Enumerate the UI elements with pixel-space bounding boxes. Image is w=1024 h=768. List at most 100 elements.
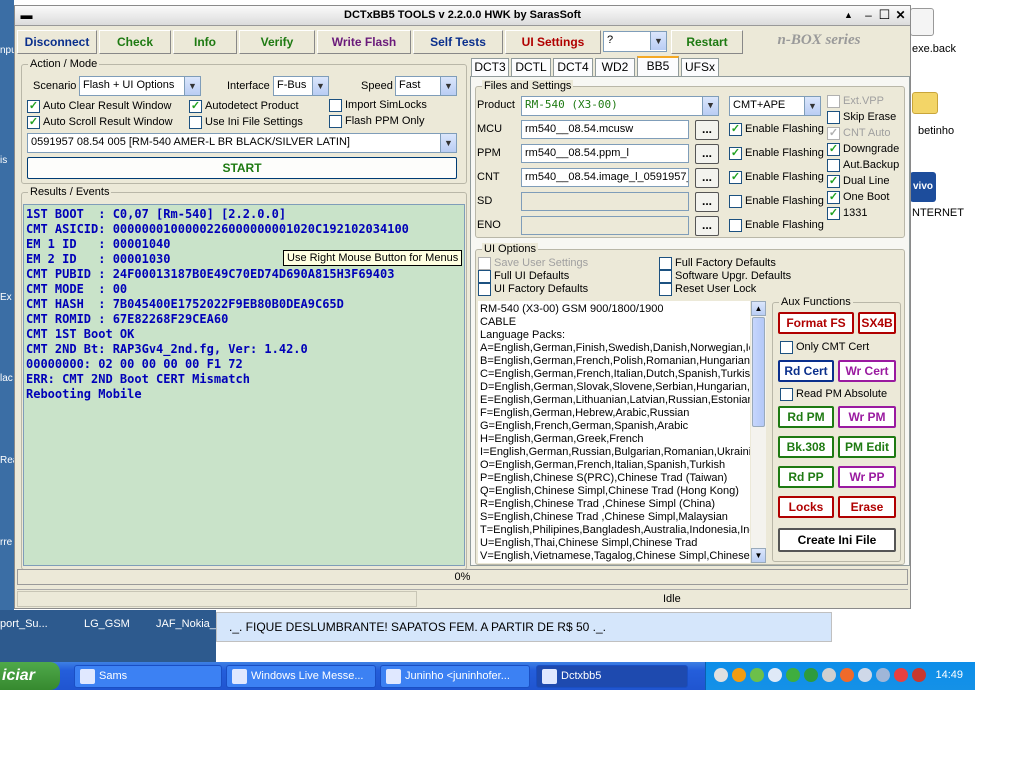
- full-ui-defaults-checkbox[interactable]: Full UI Defaults: [478, 270, 569, 283]
- tray-alert-icon[interactable]: [894, 668, 908, 682]
- mcu-enable-flashing-checkbox[interactable]: ✓ Enable Flashing: [729, 123, 824, 136]
- product-info-list[interactable]: RM-540 (X3-00) GSM 900/1800/1900 CABLE L…: [478, 301, 750, 563]
- sd-browse-button[interactable]: ...: [695, 192, 719, 212]
- wr-pm-button[interactable]: Wr PM: [838, 406, 896, 428]
- dual-line-checkbox[interactable]: ✓ Dual Line: [827, 175, 889, 188]
- scroll-up-arrow-icon[interactable]: ▲: [751, 301, 766, 316]
- save-user-settings-checkbox[interactable]: Save User Settings: [478, 257, 588, 270]
- mcu-browse-button[interactable]: ...: [695, 120, 719, 140]
- tray-volume-icon[interactable]: [858, 668, 872, 682]
- reset-user-lock-checkbox[interactable]: Reset User Lock: [659, 283, 756, 296]
- help-select[interactable]: ? ▼: [603, 31, 667, 52]
- skip-erase-checkbox[interactable]: Skip Erase: [827, 111, 896, 124]
- scroll-thumb[interactable]: [752, 317, 765, 427]
- tray-network-icon[interactable]: [714, 668, 728, 682]
- taskbar-item-messenger[interactable]: Windows Live Messe...: [226, 665, 376, 688]
- mcu-field[interactable]: rm540__08.54.mcusw: [521, 120, 689, 139]
- tray-security-icon[interactable]: [912, 668, 926, 682]
- ext-vpp-checkbox[interactable]: Ext.VPP: [827, 95, 884, 108]
- eno-field[interactable]: [521, 216, 689, 235]
- use-ini-checkbox[interactable]: Use Ini File Settings: [189, 116, 303, 129]
- full-factory-defaults-checkbox[interactable]: Full Factory Defaults: [659, 257, 776, 270]
- disconnect-button[interactable]: Disconnect: [17, 30, 97, 54]
- start-button-taskbar[interactable]: iciar: [0, 662, 60, 690]
- autodetect-checkbox[interactable]: ✓ Autodetect Product: [189, 100, 299, 113]
- desktop-icon-exe-back[interactable]: exe.back: [912, 43, 957, 55]
- ad-banner[interactable]: ._. FIQUE DESLUMBRANTE! SAPATOS FEM. A P…: [216, 612, 832, 642]
- check-button[interactable]: Check: [99, 30, 171, 54]
- restart-button[interactable]: Restart: [671, 30, 743, 54]
- clock[interactable]: 14:49: [935, 669, 963, 681]
- taskbar-item-juninho[interactable]: Juninho <juninhofer...: [380, 665, 530, 688]
- exe-file-icon[interactable]: [910, 8, 934, 36]
- n1331-checkbox[interactable]: ✓ 1331: [827, 207, 867, 220]
- tab-dct4[interactable]: DCT4: [553, 58, 593, 76]
- sd-field[interactable]: [521, 192, 689, 211]
- aut-backup-checkbox[interactable]: Aut.Backup: [827, 159, 899, 172]
- wr-cert-button[interactable]: Wr Cert: [838, 360, 896, 382]
- desktop-left-label[interactable]: lac: [0, 373, 13, 384]
- info-button[interactable]: Info: [173, 30, 237, 54]
- eno-browse-button[interactable]: ...: [695, 216, 719, 236]
- tab-bb5[interactable]: BB5: [637, 56, 679, 77]
- title-bar[interactable]: ▬ DCTxBB5 TOOLS v 2.2.0.0 HWK by SarasSo…: [15, 6, 910, 26]
- self-tests-button[interactable]: Self Tests: [413, 30, 503, 54]
- interface-select[interactable]: F-Bus ▼: [273, 76, 329, 96]
- desktop-left-label[interactable]: Ex: [0, 292, 12, 303]
- erase-button[interactable]: Erase: [838, 496, 896, 518]
- product-code-select[interactable]: 0591957 08.54 005 [RM-540 AMER-L BR BLAC…: [27, 133, 457, 153]
- downgrade-checkbox[interactable]: ✓ Downgrade: [827, 143, 899, 156]
- tray-bluetooth-icon[interactable]: [768, 668, 782, 682]
- tab-ufsx[interactable]: UFSx: [681, 58, 719, 76]
- tray-app-icon[interactable]: [840, 668, 854, 682]
- rd-pp-button[interactable]: Rd PP: [778, 466, 834, 488]
- locks-button[interactable]: Locks: [778, 496, 834, 518]
- import-simlocks-checkbox[interactable]: Import SimLocks: [329, 99, 427, 112]
- info-scrollbar[interactable]: ▲ ▼: [751, 301, 766, 563]
- ppm-field[interactable]: rm540__08.54.ppm_l: [521, 144, 689, 163]
- read-pm-absolute-checkbox[interactable]: Read PM Absolute: [780, 388, 887, 401]
- wr-pp-button[interactable]: Wr PP: [838, 466, 896, 488]
- eno-enable-flashing-checkbox[interactable]: Enable Flashing: [729, 219, 824, 232]
- tray-update-icon[interactable]: [804, 668, 818, 682]
- close-icon[interactable]: ✕: [893, 8, 908, 23]
- ppm-enable-flashing-checkbox[interactable]: ✓ Enable Flashing: [729, 147, 824, 160]
- minimize-icon[interactable]: –: [861, 8, 876, 23]
- verify-button[interactable]: Verify: [239, 30, 315, 54]
- tab-wd2[interactable]: WD2: [595, 58, 635, 76]
- ui-factory-defaults-checkbox[interactable]: UI Factory Defaults: [478, 283, 588, 296]
- flash-ppm-checkbox[interactable]: Flash PPM Only: [329, 115, 424, 128]
- cnt-field[interactable]: rm540__08.54.image_l_0591957_: [521, 168, 689, 187]
- cnt-auto-checkbox[interactable]: ✓ CNT Auto: [827, 127, 891, 140]
- rd-pm-button[interactable]: Rd PM: [778, 406, 834, 428]
- ui-settings-button[interactable]: UI Settings: [505, 30, 601, 54]
- format-fs-button[interactable]: Format FS: [778, 312, 854, 334]
- cnt-enable-flashing-checkbox[interactable]: ✓ Enable Flashing: [729, 171, 824, 184]
- rd-cert-button[interactable]: Rd Cert: [778, 360, 834, 382]
- auto-clear-checkbox[interactable]: ✓ Auto Clear Result Window: [27, 100, 171, 113]
- product-select[interactable]: RM-540 (X3-00) ▼: [521, 96, 719, 116]
- desktop-icon-jaf-nokia[interactable]: JAF_Nokia_B: [156, 618, 223, 630]
- cmt-select[interactable]: CMT+APE ▼: [729, 96, 821, 116]
- desktop-icon-internet[interactable]: NTERNET: [912, 207, 964, 219]
- start-button[interactable]: START: [27, 157, 457, 179]
- taskbar-item-sams[interactable]: Sams: [74, 665, 222, 688]
- folder-icon[interactable]: [912, 92, 938, 114]
- desktop-left-label[interactable]: rre: [0, 537, 12, 548]
- cnt-browse-button[interactable]: ...: [695, 168, 719, 188]
- desktop-left-label[interactable]: is: [0, 155, 7, 166]
- pm-edit-button[interactable]: PM Edit: [838, 436, 896, 458]
- write-flash-button[interactable]: Write Flash: [317, 30, 411, 54]
- bk308-button[interactable]: Bk.308: [778, 436, 834, 458]
- tray-antivirus-icon[interactable]: [822, 668, 836, 682]
- software-upgr-defaults-checkbox[interactable]: Software Upgr. Defaults: [659, 270, 791, 283]
- tab-dct3[interactable]: DCT3: [471, 58, 509, 76]
- taskbar-item-dctxbb5[interactable]: Dctxbb5: [536, 665, 688, 688]
- only-cmt-cert-checkbox[interactable]: Only CMT Cert: [780, 341, 869, 354]
- tray-messenger-icon[interactable]: [750, 668, 764, 682]
- scroll-down-arrow-icon[interactable]: ▼: [751, 548, 766, 563]
- vivo-internet-icon[interactable]: vivo: [910, 172, 936, 202]
- one-boot-checkbox[interactable]: ✓ One Boot: [827, 191, 889, 204]
- ppm-browse-button[interactable]: ...: [695, 144, 719, 164]
- desktop-icon-lg-gsm[interactable]: LG_GSM: [84, 618, 130, 630]
